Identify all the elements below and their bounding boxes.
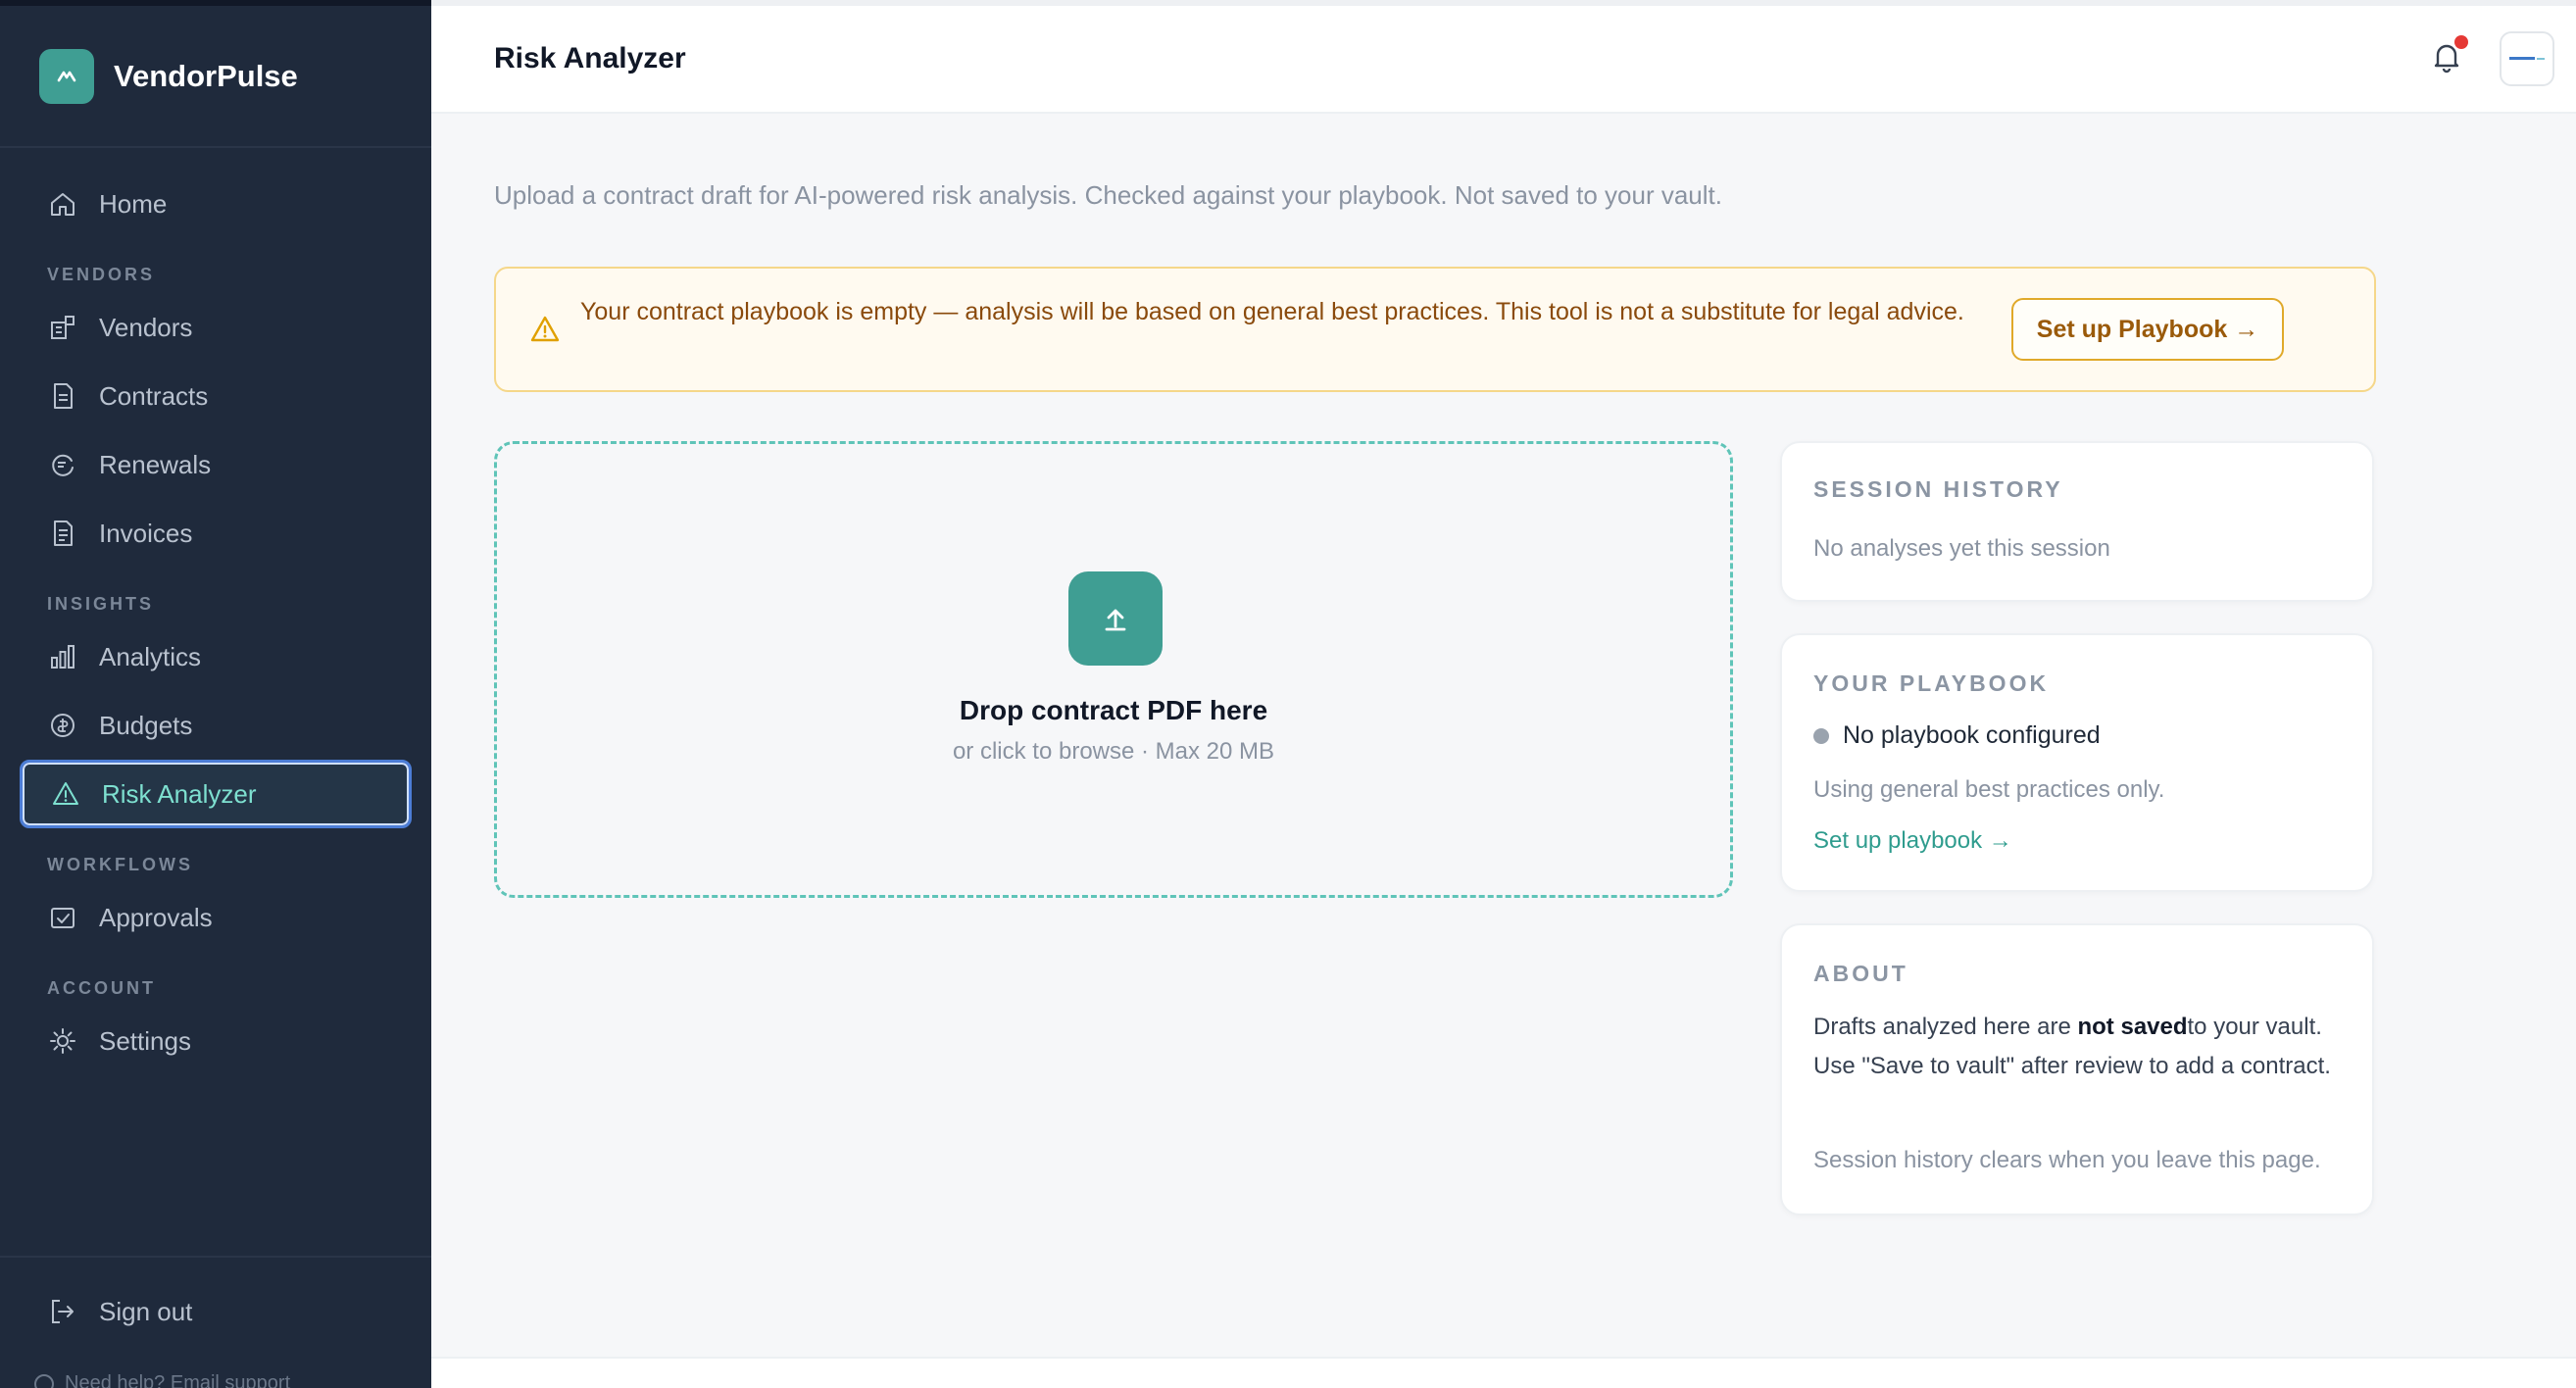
- sidebar-item-label: Risk Analyzer: [102, 778, 257, 809]
- session-history-card: SESSION HISTORY No analyses yet this ses…: [1780, 441, 2374, 602]
- sidebar-item-risk-analyzer[interactable]: Risk Analyzer: [20, 760, 412, 828]
- sidebar-item-budgets[interactable]: Budgets: [20, 691, 412, 760]
- playbook-warning-banner: Your contract playbook is empty — analys…: [494, 267, 2376, 392]
- about-text: Drafts analyzed here are not savedto you…: [1813, 1008, 2353, 1086]
- avatar[interactable]: [2500, 31, 2554, 86]
- section-label-vendors: VENDORS: [47, 265, 156, 284]
- sidebar-item-analytics[interactable]: Analytics: [20, 622, 412, 691]
- about-card: ABOUT Drafts analyzed here are not saved…: [1780, 923, 2374, 1215]
- section-label-insights: INSIGHTS: [47, 594, 155, 614]
- sidebar-item-label: Approvals: [99, 902, 213, 932]
- page-subtitle: Upload a contract draft for AI-powered r…: [494, 180, 1722, 210]
- sign-out-button[interactable]: Sign out: [20, 1277, 412, 1346]
- help-link[interactable]: Need help? Email support: [33, 1372, 290, 1388]
- gear-icon: [46, 1024, 79, 1058]
- dropzone-subtitle: or click to browse · Max 20 MB: [952, 738, 1275, 765]
- sidebar-footer: Sign out: [0, 1256, 431, 1346]
- approval-check-icon: [46, 901, 79, 934]
- sidebar-item-renewals[interactable]: Renewals: [20, 430, 412, 499]
- avatar-logo-icon: [2509, 57, 2545, 60]
- sidebar-item-home[interactable]: Home: [20, 170, 412, 238]
- sidebar-item-label: Analytics: [99, 641, 202, 671]
- sidebar-item-label: Renewals: [99, 449, 212, 479]
- playbook-status-text: No playbook configured: [1843, 721, 2101, 749]
- notifications-button[interactable]: [2429, 35, 2468, 78]
- sidebar-item-label: Budgets: [99, 710, 193, 740]
- page-title: Risk Analyzer: [494, 42, 686, 74]
- status-dot: [1813, 727, 1829, 744]
- sidebar: VendorPulse Home VENDORS Vendors Contrac…: [0, 0, 431, 1388]
- sidebar-item-approvals[interactable]: Approvals: [20, 883, 412, 952]
- pdf-dropzone[interactable]: Drop contract PDF here or click to brows…: [494, 441, 1733, 898]
- brand-logo-icon: [39, 48, 94, 104]
- sign-out-label: Sign out: [99, 1296, 193, 1326]
- sidebar-item-label: Settings: [99, 1025, 191, 1056]
- playbook-note: Using general best practices only.: [1813, 776, 2165, 803]
- warning-text: Your contract playbook is empty — analys…: [580, 298, 1964, 325]
- sidebar-item-label: Invoices: [99, 518, 193, 548]
- building-icon: [46, 311, 79, 344]
- about-note: Session history clears when you leave th…: [1813, 1147, 2321, 1173]
- playbook-card: YOUR PLAYBOOK No playbook configured Usi…: [1780, 633, 2374, 892]
- about-label: ABOUT: [1813, 961, 1908, 986]
- coin-icon: [46, 709, 79, 742]
- main-content: Risk Analyzer Upload a contract draft fo…: [431, 0, 2576, 1388]
- warning-triangle-icon: [49, 777, 82, 811]
- sidebar-item-label: Vendors: [99, 312, 193, 342]
- sidebar-item-label: Contracts: [99, 380, 209, 411]
- upload-icon: [1068, 571, 1163, 666]
- brand[interactable]: VendorPulse: [0, 6, 431, 148]
- session-history-empty: No analyses yet this session: [1813, 535, 2110, 562]
- topbar: Risk Analyzer: [431, 0, 2576, 114]
- sign-out-icon: [46, 1295, 79, 1328]
- notification-badge: [2454, 35, 2468, 49]
- warning-icon: [529, 314, 561, 350]
- setup-playbook-link[interactable]: Set up playbook →: [1813, 827, 2012, 855]
- sidebar-item-contracts[interactable]: Contracts: [20, 362, 412, 430]
- help-icon: [34, 1373, 54, 1388]
- app-root: VendorPulse Home VENDORS Vendors Contrac…: [0, 0, 2576, 1388]
- invoice-icon: [46, 517, 79, 550]
- sidebar-item-settings[interactable]: Settings: [20, 1007, 412, 1075]
- home-icon: [46, 187, 79, 221]
- playbook-status: No playbook configured: [1813, 721, 2101, 750]
- setup-playbook-button[interactable]: Set up Playbook →: [2011, 298, 2284, 361]
- sidebar-item-vendors[interactable]: Vendors: [20, 293, 412, 362]
- section-label-account: ACCOUNT: [47, 978, 156, 998]
- document-icon: [46, 379, 79, 413]
- sidebar-item-label: Home: [99, 188, 168, 219]
- renew-icon: [46, 448, 79, 481]
- about-text-before: Drafts analyzed here are: [1813, 1014, 2078, 1040]
- bar-chart-icon: [46, 640, 79, 673]
- sidebar-item-invoices[interactable]: Invoices: [20, 499, 412, 568]
- playbook-label: YOUR PLAYBOOK: [1813, 670, 2050, 696]
- brand-name: VendorPulse: [114, 58, 298, 93]
- session-history-label: SESSION HISTORY: [1813, 476, 2063, 502]
- about-text-bold: not saved: [2077, 1014, 2188, 1040]
- section-label-workflows: WORKFLOWS: [47, 855, 193, 874]
- footer-strip: [431, 1357, 2576, 1388]
- sidebar-nav: Home VENDORS Vendors Contracts Renewals: [0, 148, 431, 1075]
- help-text: Need help? Email support: [65, 1372, 291, 1388]
- dropzone-title: Drop contract PDF here: [959, 695, 1268, 725]
